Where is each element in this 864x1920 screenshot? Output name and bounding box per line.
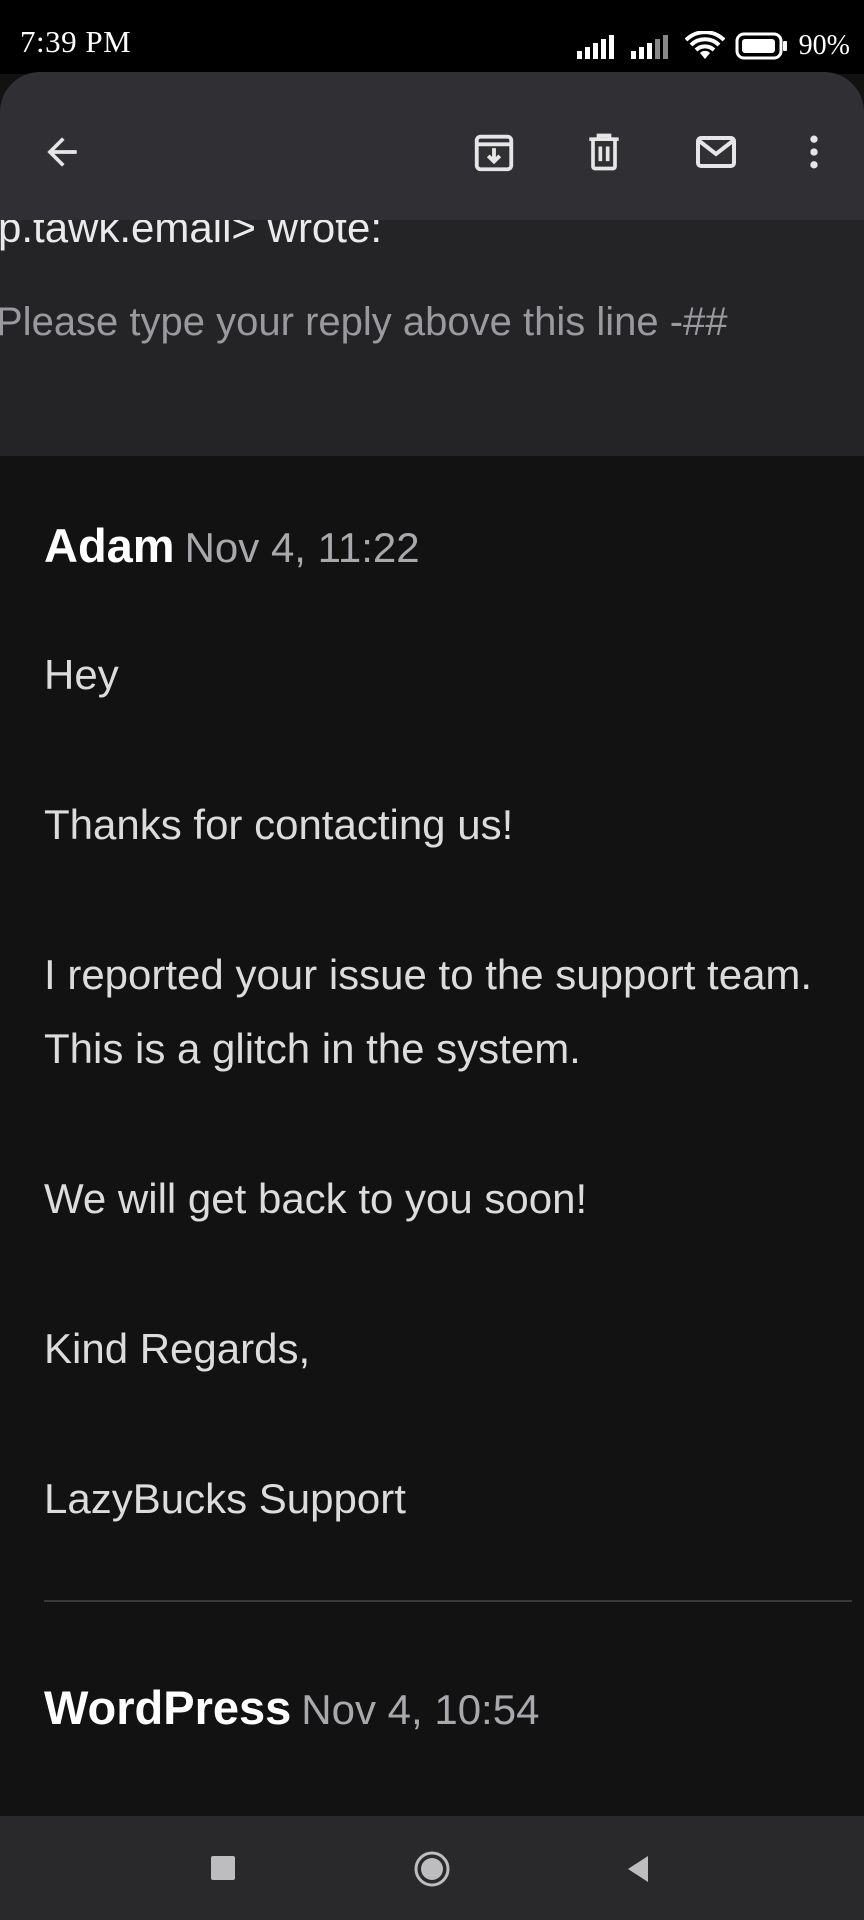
more-options-button[interactable] — [786, 124, 842, 180]
quoted-text-block: p.tawk.email> wrote: Please type your re… — [0, 220, 864, 456]
message-body-line: LazyBucks Support — [44, 1475, 406, 1522]
message-header-wordpress[interactable]: WordPress Nov 4, 10:54 — [44, 1680, 844, 1735]
archive-icon — [474, 134, 514, 172]
message-body-paragraph: I reported your issue to the support tea… — [44, 951, 813, 1072]
status-time: 7:39 PM — [20, 24, 132, 59]
signal-2-icon — [630, 35, 668, 59]
sender-name: WordPress — [44, 1681, 292, 1734]
home-button[interactable] — [412, 1849, 452, 1889]
mark-unread-button[interactable] — [688, 124, 744, 180]
message-body-line: Hey — [44, 651, 119, 698]
message-time: Nov 4, 11:22 — [184, 524, 420, 571]
wifi-icon — [684, 31, 725, 59]
system-nav-bar — [0, 1816, 864, 1920]
sender-name: Adam — [44, 519, 175, 572]
back-nav-button[interactable] — [624, 1854, 652, 1884]
mark-unread-icon — [696, 136, 736, 168]
delete-button[interactable] — [576, 124, 632, 180]
message-body-line: We will get back to you soon! — [44, 1175, 588, 1222]
message-body-line: Thanks for contacting us! — [44, 801, 514, 848]
battery-percent: 90% — [798, 30, 850, 61]
arrow-left-icon — [47, 137, 77, 167]
quoted-wrote-line: p.tawk.email> wrote: — [0, 220, 382, 251]
back-button[interactable] — [34, 124, 90, 180]
message-header-adam[interactable]: Adam Nov 4, 11:22 — [44, 518, 844, 573]
message-body-line: Kind Regards, — [44, 1325, 311, 1372]
message-time: Nov 4, 10:54 — [301, 1686, 540, 1733]
more-vert-icon — [810, 135, 818, 169]
signal-icon — [576, 35, 614, 59]
quoted-reply-line: Please type your reply above this line -… — [0, 300, 728, 344]
recents-button[interactable] — [211, 1856, 235, 1880]
message-divider — [44, 1600, 852, 1602]
delete-icon — [589, 133, 619, 171]
app-bar — [0, 72, 864, 220]
archive-button[interactable] — [466, 124, 522, 180]
status-icons: 90% — [576, 26, 850, 66]
battery-icon — [735, 32, 787, 60]
status-bar: 7:39 PM 90% — [0, 0, 864, 74]
